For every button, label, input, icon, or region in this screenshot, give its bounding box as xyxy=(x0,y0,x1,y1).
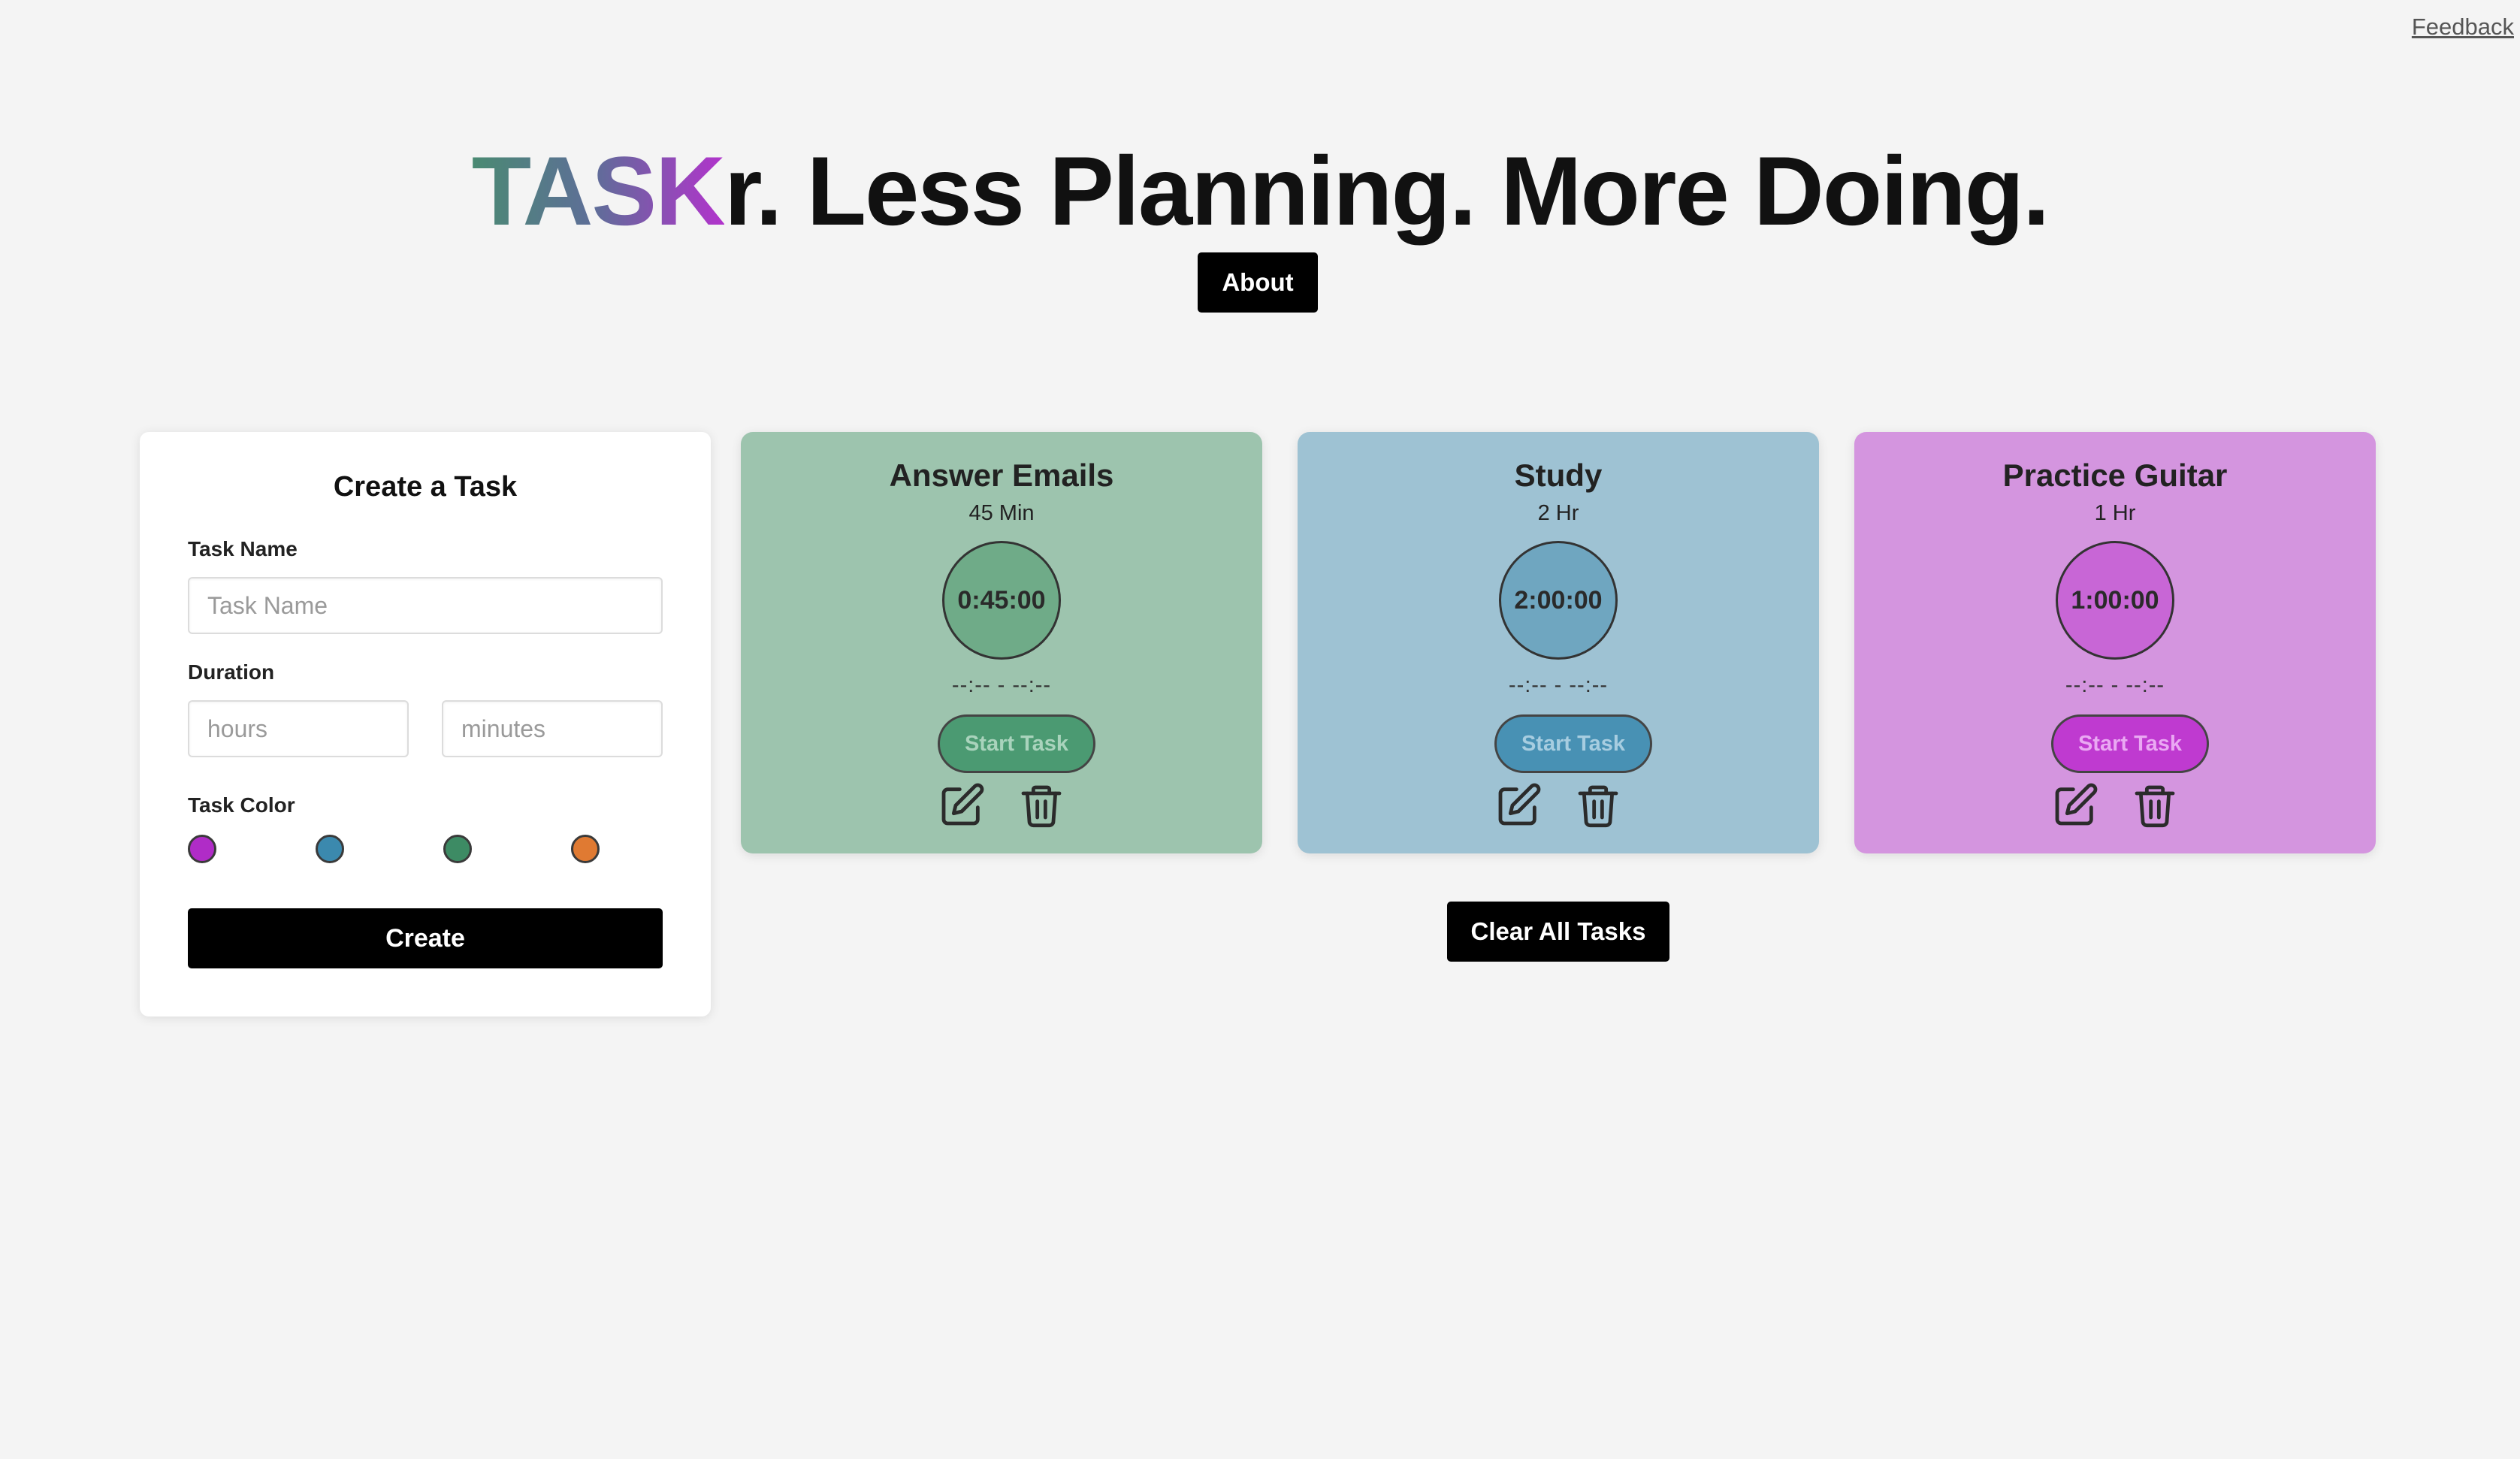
trash-icon[interactable] xyxy=(1574,781,1622,829)
task-card: Study 2 Hr 2:00:00 --:-- - --:-- Start T… xyxy=(1298,432,1819,853)
task-title: Practice Guitar xyxy=(2002,458,2228,493)
task-duration: 2 Hr xyxy=(1537,501,1579,525)
hero: TASKr. Less Planning. More Doing. xyxy=(0,131,2520,250)
tagline: r. Less Planning. More Doing. xyxy=(724,136,2050,246)
timer-display: 2:00:00 xyxy=(1499,541,1618,660)
time-range: --:-- - --:-- xyxy=(951,673,1052,697)
start-task-button[interactable]: Start Task xyxy=(938,714,1095,773)
timer-display: 1:00:00 xyxy=(2056,541,2174,660)
color-swatch-blue[interactable] xyxy=(316,835,344,863)
task-duration: 45 Min xyxy=(968,501,1035,525)
about-button[interactable]: About xyxy=(1198,252,1318,313)
task-card: Practice Guitar 1 Hr 1:00:00 --:-- - --:… xyxy=(1854,432,2376,853)
brand-logo: TASK xyxy=(471,136,726,246)
task-duration: 1 Hr xyxy=(2094,501,2136,525)
task-color-label: Task Color xyxy=(188,793,295,817)
create-task-panel: Create a Task Task Name Duration Task Co… xyxy=(140,432,711,1016)
color-swatch-green[interactable] xyxy=(443,835,472,863)
panel-title: Create a Task xyxy=(333,471,518,503)
trash-icon[interactable] xyxy=(2131,781,2179,829)
duration-label: Duration xyxy=(188,660,275,684)
edit-icon[interactable] xyxy=(2051,781,2099,829)
task-title: Answer Emails xyxy=(889,458,1114,493)
feedback-link[interactable]: Feedback xyxy=(2412,14,2514,41)
task-name-label: Task Name xyxy=(188,537,298,560)
page-title: TASKr. Less Planning. More Doing. xyxy=(0,131,2520,250)
timer-display: 0:45:00 xyxy=(942,541,1061,660)
task-title: Study xyxy=(1514,458,1603,493)
time-range: --:-- - --:-- xyxy=(1508,673,1609,697)
clear-all-tasks-button[interactable]: Clear All Tasks xyxy=(1447,902,1669,962)
trash-icon[interactable] xyxy=(1017,781,1065,829)
edit-icon[interactable] xyxy=(938,781,986,829)
start-task-button[interactable]: Start Task xyxy=(1494,714,1652,773)
start-task-button[interactable]: Start Task xyxy=(2051,714,2209,773)
edit-icon[interactable] xyxy=(1494,781,1543,829)
task-card: Answer Emails 45 Min 0:45:00 --:-- - --:… xyxy=(741,432,1262,853)
time-range: --:-- - --:-- xyxy=(2065,673,2165,697)
task-name-input[interactable] xyxy=(188,577,663,634)
hours-input[interactable] xyxy=(188,700,409,757)
minutes-input[interactable] xyxy=(442,700,663,757)
color-swatch-purple[interactable] xyxy=(188,835,216,863)
create-button[interactable]: Create xyxy=(188,908,663,968)
color-swatch-orange[interactable] xyxy=(571,835,600,863)
